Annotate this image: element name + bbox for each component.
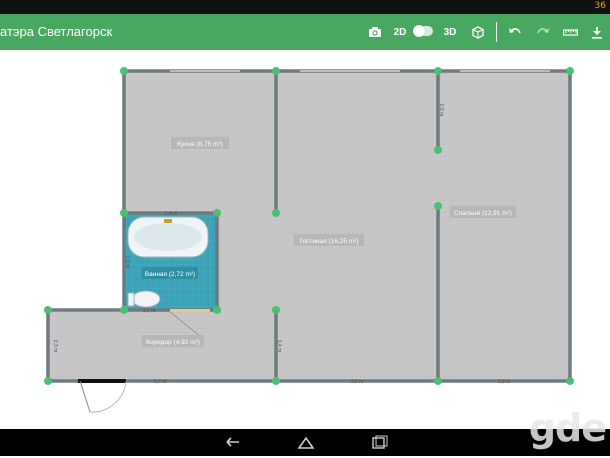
status-bar: 36 [0, 0, 610, 14]
svg-text:Гостиная (16,25 m²): Гостиная (16,25 m²) [299, 238, 358, 245]
view-mode-toggle[interactable] [413, 25, 433, 37]
home-icon[interactable] [294, 433, 318, 453]
bedroom-floor[interactable] [438, 71, 570, 381]
label-bathroom: Ванная (2,72 m²) [142, 267, 198, 279]
bathtub[interactable] [127, 216, 209, 258]
toilet[interactable] [127, 290, 161, 308]
dim-living-wall: 1,4 m [276, 340, 282, 353]
back-icon[interactable] [221, 433, 245, 453]
toggle-knob [413, 25, 425, 37]
dim-bath-left: 1,6 m [124, 256, 130, 269]
status-clock: 36 [594, 1, 606, 11]
watermark-logo: gde [528, 406, 607, 450]
cube-icon[interactable] [470, 20, 486, 44]
recents-icon[interactable] [367, 433, 391, 453]
label-corridor: Коридор (4,92 m²) [142, 335, 204, 347]
entrance-door[interactable] [78, 379, 127, 413]
dim-bedroom-wall: 0,9 m [438, 104, 444, 117]
dim-corridor-bottom: 4,7 m [154, 379, 167, 385]
dim-bath-bottom: 1,5 m [143, 308, 156, 314]
android-nav-bar [0, 429, 610, 456]
svg-text:Коридор (4,92 m²): Коридор (4,92 m²) [146, 339, 200, 346]
hall-floor[interactable] [217, 213, 276, 310]
svg-text:Спальня (12,91 m²): Спальня (12,91 m²) [454, 210, 512, 217]
dim-living-bottom: 3,6 m [351, 379, 364, 385]
living-floor[interactable] [276, 71, 438, 381]
app-toolbar: атэра Светлагорск 2D 3D [0, 14, 610, 50]
floor-plan-canvas[interactable]: Кухня (8,75 m²) Гостиная (16,25 m²) Спал… [0, 50, 610, 429]
mode-2d-button[interactable]: 2D [392, 20, 408, 44]
redo-icon[interactable] [534, 20, 552, 44]
label-living: Гостиная (16,25 m²) [294, 234, 364, 246]
mode-3d-button[interactable]: 3D [442, 20, 458, 44]
dim-corridor-left: 2,3 m [52, 340, 58, 353]
svg-text:Ванная (2,72 m²): Ванная (2,72 m²) [145, 271, 195, 278]
floor-plan[interactable]: Кухня (8,75 m²) Гостиная (16,25 m²) Спал… [0, 50, 610, 429]
ruler-icon[interactable] [561, 20, 579, 44]
label-kitchen: Кухня (8,75 m²) [171, 137, 229, 149]
undo-icon[interactable] [506, 20, 524, 44]
toolbar-divider [496, 22, 497, 42]
dim-bath-top: 1,4 m [165, 211, 178, 217]
project-title: атэра Светлагорск [0, 24, 113, 39]
svg-text:Кухня (8,75 m²): Кухня (8,75 m²) [177, 141, 223, 148]
download-icon[interactable] [588, 20, 606, 44]
camera-icon[interactable] [366, 20, 384, 44]
dim-bedroom-bottom: 3,3 m [498, 379, 511, 385]
label-bedroom: Спальня (12,91 m²) [450, 206, 516, 218]
